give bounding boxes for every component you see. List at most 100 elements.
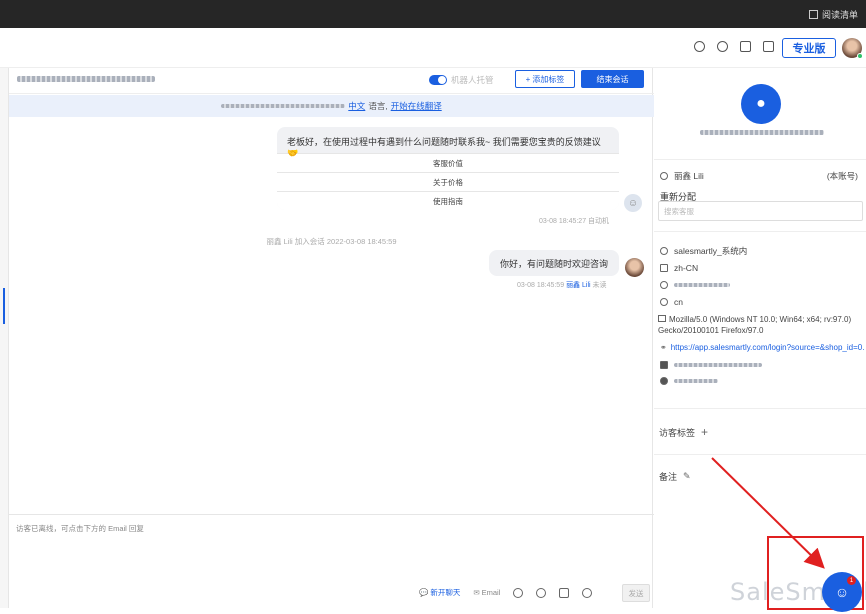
- page-url-row[interactable]: ⚭ https://app.salesmartly.com/login?sour…: [660, 343, 865, 352]
- add-tag-label: 添加标签: [532, 74, 565, 84]
- online-dot: [857, 53, 863, 59]
- visitor-tag-section: 访客标签 +: [659, 425, 708, 439]
- source-value: salesmartly_系统内: [674, 246, 748, 256]
- bot-message-meta: 03-08 18:45:27 自动机: [539, 218, 610, 225]
- email-row: [660, 361, 762, 369]
- app-header: 专业版: [0, 28, 866, 68]
- note-section: 备注 ✎: [659, 470, 691, 483]
- source-row: salesmartly_系统内: [660, 245, 747, 257]
- send-button[interactable]: 发送: [622, 584, 650, 602]
- end-session-button[interactable]: 结束会话: [581, 70, 644, 88]
- unread-badge: 1: [847, 576, 856, 585]
- info-icon: [660, 377, 668, 385]
- bell-icon: [660, 247, 668, 255]
- agent-meta-time: 03-08 18:45:59: [517, 282, 565, 289]
- chat-widget-button[interactable]: ☺ 1: [822, 572, 862, 612]
- location-blurred: [674, 283, 730, 287]
- country-value: cn: [674, 297, 683, 307]
- mail-icon: [660, 361, 668, 369]
- input-toolbar: 💬 新开聊天 ✉ Email: [419, 587, 593, 598]
- user-agent-row: Mozilla/5.0 (Windows NT 10.0; Win64; x64…: [658, 314, 863, 336]
- system-message: 丽鑫 Lili 加入会话 2022-03-08 18:45:59: [266, 237, 397, 246]
- monitor-icon: [658, 315, 666, 322]
- message-input-area[interactable]: 访客已离线，可点击下方的 Email 回复 💬 新开聊天 ✉ Email 发送: [9, 514, 654, 608]
- translate-icon: [660, 264, 668, 272]
- note-label: 备注: [659, 472, 678, 482]
- star-icon[interactable]: [513, 587, 524, 598]
- language-value: zh-CN: [674, 263, 699, 273]
- chat-header: 机器人托管 + 添加标签 结束会话: [9, 68, 654, 94]
- new-chat-label: 新开聊天: [430, 588, 461, 597]
- visitor-avatar-icon: ●: [741, 84, 781, 124]
- add-tag-button[interactable]: + 添加标签: [515, 70, 575, 88]
- header-icons: [694, 41, 774, 52]
- help-icon[interactable]: [694, 41, 705, 52]
- location-row: [660, 281, 730, 289]
- visitor-profile: ●: [654, 68, 866, 160]
- agent-avatar: [625, 258, 644, 277]
- assigned-agent-name: 丽鑫 Lili: [674, 171, 704, 181]
- assigned-agent: 丽鑫 Lili: [660, 170, 704, 182]
- chat-panel: 机器人托管 + 添加标签 结束会话 中文 语言, 开始在线翻译 老板好，在使用过…: [8, 68, 654, 608]
- language-row: zh-CN: [660, 263, 698, 273]
- option-item[interactable]: 关于价格: [277, 172, 619, 191]
- reading-list[interactable]: 阅读清单: [808, 8, 858, 21]
- active-indicator: [3, 288, 5, 324]
- edit-pencil-icon[interactable]: ✎: [683, 471, 691, 482]
- visitor-name-blurred: [17, 76, 155, 82]
- option-item[interactable]: 使用指南: [277, 191, 619, 210]
- info-blurred: [674, 379, 718, 383]
- reading-list-label: 阅读清单: [821, 10, 858, 20]
- chat-widget-icon: ☺: [834, 584, 850, 600]
- new-chat-button[interactable]: 💬 新开聊天: [419, 587, 460, 598]
- visitor-info-panel: ● 丽鑫 Lili (本账号) 重新分配 搜索客服 salesmartly_系统…: [654, 68, 866, 614]
- chat-bubble-icon: 💬: [419, 588, 429, 597]
- country-row: cn: [660, 297, 683, 307]
- visitor-tag-label: 访客标签: [659, 427, 696, 438]
- lang-bar-text: 语言,: [368, 101, 388, 111]
- language-link[interactable]: 中文: [348, 100, 365, 112]
- agent-message-meta: 03-08 18:45:59 丽鑫 Lili 未读: [517, 280, 607, 290]
- user-avatar[interactable]: [842, 38, 863, 59]
- start-translation-link[interactable]: 开始在线翻译: [391, 100, 442, 112]
- emoji-icon[interactable]: [536, 587, 547, 598]
- bot-message-bubble: 老板好，在使用过程中有遇到什么问题随时联系我~ 我们需要您宝贵的反馈建议🤝 客服…: [277, 127, 619, 210]
- info-row: [660, 377, 718, 385]
- reassign-select[interactable]: 搜索客服: [658, 201, 863, 221]
- divider: [654, 231, 866, 232]
- left-rail: [0, 68, 8, 608]
- user-agent-value: Mozilla/5.0 (Windows NT 10.0; Win64; x64…: [658, 315, 852, 335]
- bot-message-text: 老板好，在使用过程中有遇到什么问题随时联系我~ 我们需要您宝贵的反馈建议🤝: [287, 137, 601, 158]
- divider: [654, 408, 866, 409]
- robot-toggle[interactable]: [429, 75, 447, 85]
- email-blurred: [674, 363, 762, 367]
- agent-meta-name: 丽鑫 Lili: [566, 282, 591, 289]
- email-label: Email: [481, 588, 501, 597]
- visitor-id-blurred: [700, 130, 824, 135]
- add-tag-icon[interactable]: +: [701, 425, 708, 439]
- link-icon: ⚭: [660, 343, 667, 352]
- agent-message-bubble: 你好，有问题随时欢迎咨询: [489, 250, 619, 276]
- person-icon: [660, 172, 668, 180]
- clock-icon[interactable]: [717, 41, 728, 52]
- page-url-value[interactable]: https://app.salesmartly.com/login?source…: [671, 343, 865, 352]
- browser-top-bar: 阅读清单: [0, 0, 866, 28]
- mail-icon: ✉: [473, 588, 480, 597]
- image-icon[interactable]: [559, 587, 570, 598]
- robot-label: 机器人托管: [451, 75, 494, 85]
- attachment-icon[interactable]: [582, 587, 593, 598]
- option-item[interactable]: 客服价值: [277, 153, 619, 172]
- reading-list-icon: [808, 10, 818, 19]
- input-hint: 访客已离线，可点击下方的 Email 回复: [16, 524, 144, 533]
- location-icon: [660, 281, 668, 289]
- robot-hosting[interactable]: 机器人托管: [429, 74, 494, 86]
- agent-meta-status: 未读: [592, 282, 607, 289]
- grid-icon[interactable]: [763, 41, 774, 52]
- account-note: (本账号): [826, 171, 858, 181]
- email-button[interactable]: ✉ Email: [473, 588, 500, 597]
- pro-edition-button[interactable]: 专业版: [782, 38, 836, 58]
- plus-icon: +: [525, 74, 531, 84]
- robot-avatar-icon: ☺: [624, 194, 642, 212]
- copy-icon[interactable]: [740, 41, 751, 52]
- divider: [654, 454, 866, 455]
